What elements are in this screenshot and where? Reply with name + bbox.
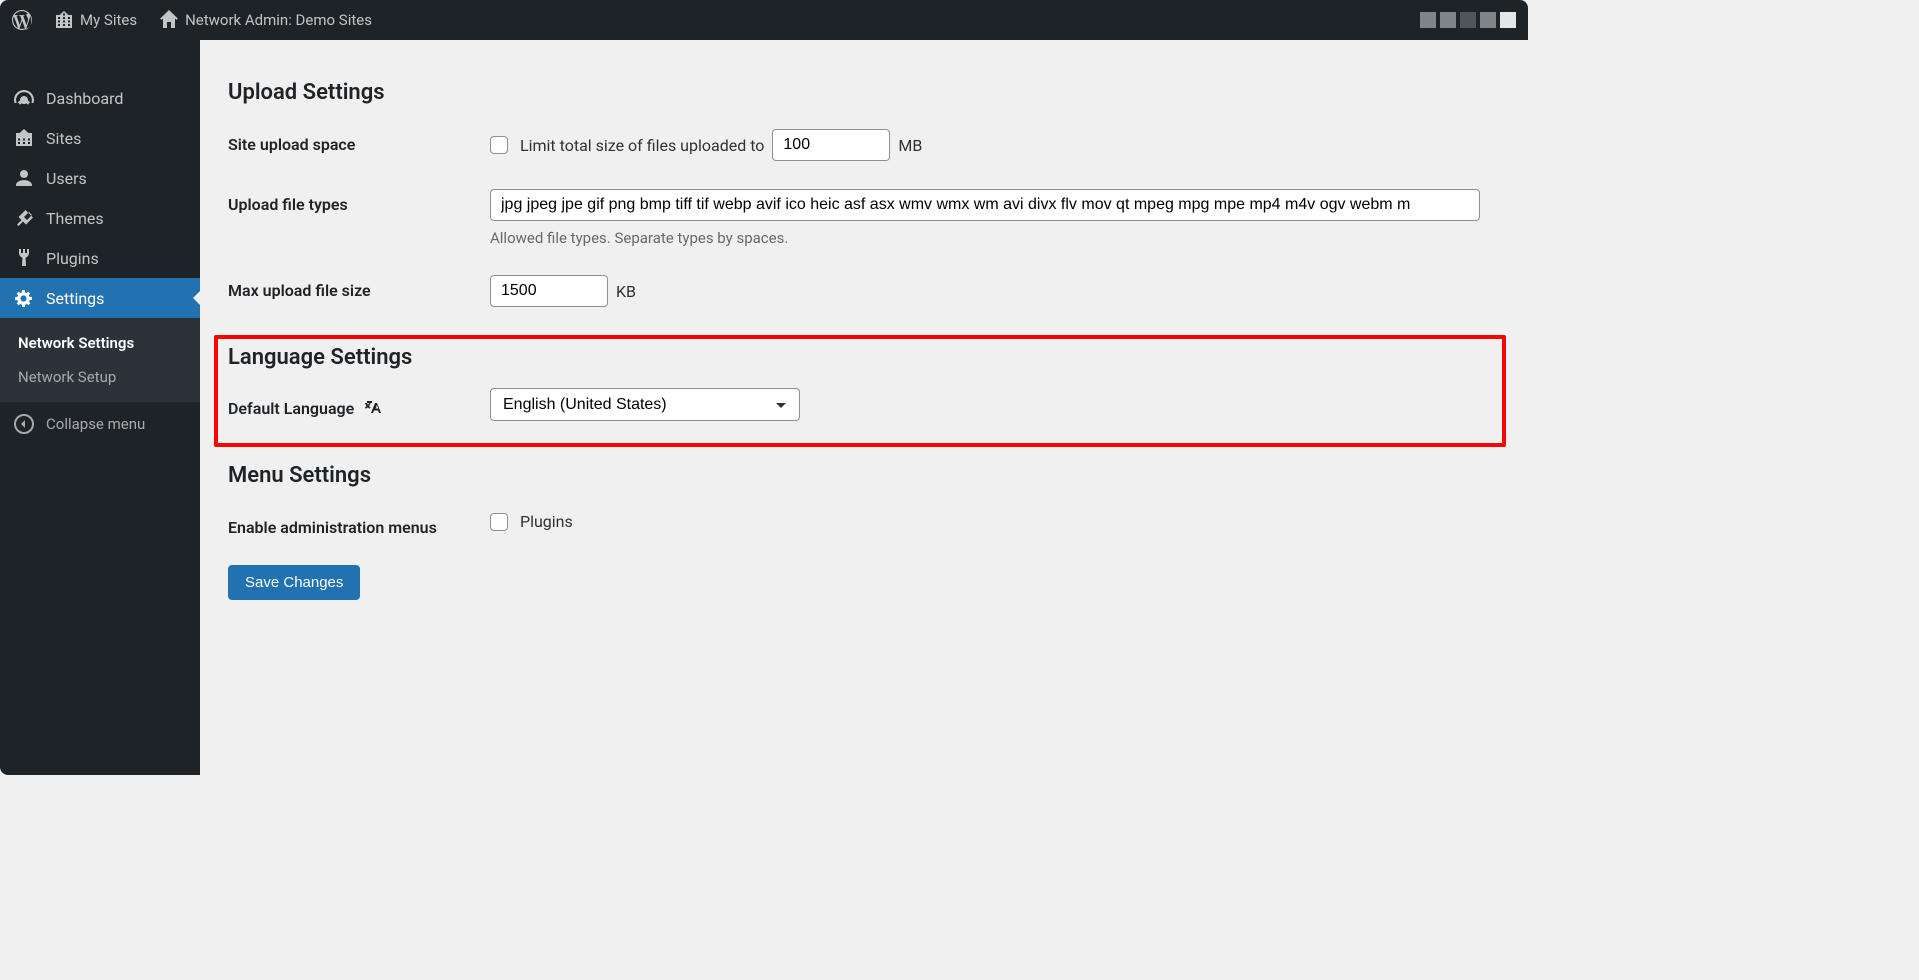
toolbar-my-sites-label: My Sites [80, 11, 137, 29]
admin-toolbar: My Sites Network Admin: Demo Sites [0, 0, 1528, 40]
site-upload-space-label: Site upload space [228, 129, 490, 154]
sites-menu-icon [14, 128, 34, 148]
content-area: Upload Settings Site upload space Limit … [200, 40, 1528, 775]
limit-space-input[interactable] [772, 129, 890, 161]
sidebar-item-label: Themes [46, 209, 104, 228]
row-site-upload-space: Site upload space Limit total size of fi… [228, 129, 1500, 161]
translate-icon [364, 398, 384, 418]
collapse-menu[interactable]: Collapse menu [0, 402, 200, 446]
menu-settings-title: Menu Settings [228, 463, 1500, 488]
row-enable-admin-menus: Enable administration menus Plugins [228, 512, 1500, 537]
max-upload-unit: KB [616, 282, 636, 301]
users-icon [14, 168, 34, 188]
limit-space-text: Limit total size of files uploaded to [520, 136, 764, 155]
sidebar-item-label: Sites [46, 129, 81, 148]
upload-filetypes-desc: Allowed file types. Separate types by sp… [490, 229, 1500, 247]
limit-space-checkbox[interactable] [490, 136, 508, 154]
max-upload-label: Max upload file size [228, 275, 490, 300]
row-upload-file-types: Upload file types Allowed file types. Se… [228, 189, 1500, 247]
dashboard-icon [14, 88, 34, 108]
collapse-label: Collapse menu [46, 415, 145, 433]
upload-filetypes-label: Upload file types [228, 189, 490, 214]
language-settings-highlight: Language Settings Default Language Engli… [214, 335, 1506, 447]
toolbar-network-admin[interactable]: Network Admin: Demo Sites [159, 10, 372, 30]
plugins-checkbox-label: Plugins [520, 512, 573, 531]
wp-logo[interactable] [12, 10, 32, 30]
home-icon [159, 10, 179, 30]
enable-admin-menus-label: Enable administration menus [228, 512, 490, 537]
admin-sidebar: Dashboard Sites Users Themes Plugins [0, 40, 200, 775]
sites-icon [54, 10, 74, 30]
settings-icon [14, 288, 34, 308]
language-settings-title: Language Settings [228, 345, 1492, 370]
max-upload-input[interactable] [490, 275, 608, 307]
toolbar-network-label: Network Admin: Demo Sites [185, 11, 372, 29]
collapse-icon [14, 414, 34, 434]
sidebar-item-label: Settings [46, 289, 104, 308]
sidebar-submenu: Network Settings Network Setup [0, 318, 200, 402]
submenu-network-settings[interactable]: Network Settings [0, 326, 200, 360]
toolbar-right-indicator [1420, 12, 1516, 28]
sidebar-item-dashboard[interactable]: Dashboard [0, 78, 200, 118]
submenu-network-setup[interactable]: Network Setup [0, 360, 200, 394]
save-changes-button[interactable]: Save Changes [228, 565, 360, 600]
themes-icon [14, 208, 34, 228]
sidebar-item-label: Plugins [46, 249, 99, 268]
default-language-label: Default Language [228, 388, 490, 418]
wordpress-logo-icon [12, 10, 32, 30]
plugins-icon [14, 248, 34, 268]
sidebar-item-label: Dashboard [46, 89, 123, 108]
submenu-label: Network Setup [18, 368, 116, 386]
upload-settings-title: Upload Settings [228, 80, 1500, 105]
plugins-checkbox[interactable] [490, 513, 508, 531]
sidebar-item-sites[interactable]: Sites [0, 118, 200, 158]
sidebar-item-users[interactable]: Users [0, 158, 200, 198]
sidebar-item-label: Users [46, 169, 87, 188]
default-language-select[interactable]: English (United States) [490, 388, 800, 421]
toolbar-my-sites[interactable]: My Sites [54, 10, 137, 30]
sidebar-item-themes[interactable]: Themes [0, 198, 200, 238]
row-max-upload-size: Max upload file size KB [228, 275, 1500, 307]
upload-filetypes-input[interactable] [490, 189, 1480, 221]
submenu-label: Network Settings [18, 334, 134, 352]
sidebar-item-settings[interactable]: Settings [0, 278, 200, 318]
row-default-language: Default Language English (United States) [228, 388, 1492, 421]
limit-space-unit: MB [898, 136, 922, 155]
sidebar-item-plugins[interactable]: Plugins [0, 238, 200, 278]
